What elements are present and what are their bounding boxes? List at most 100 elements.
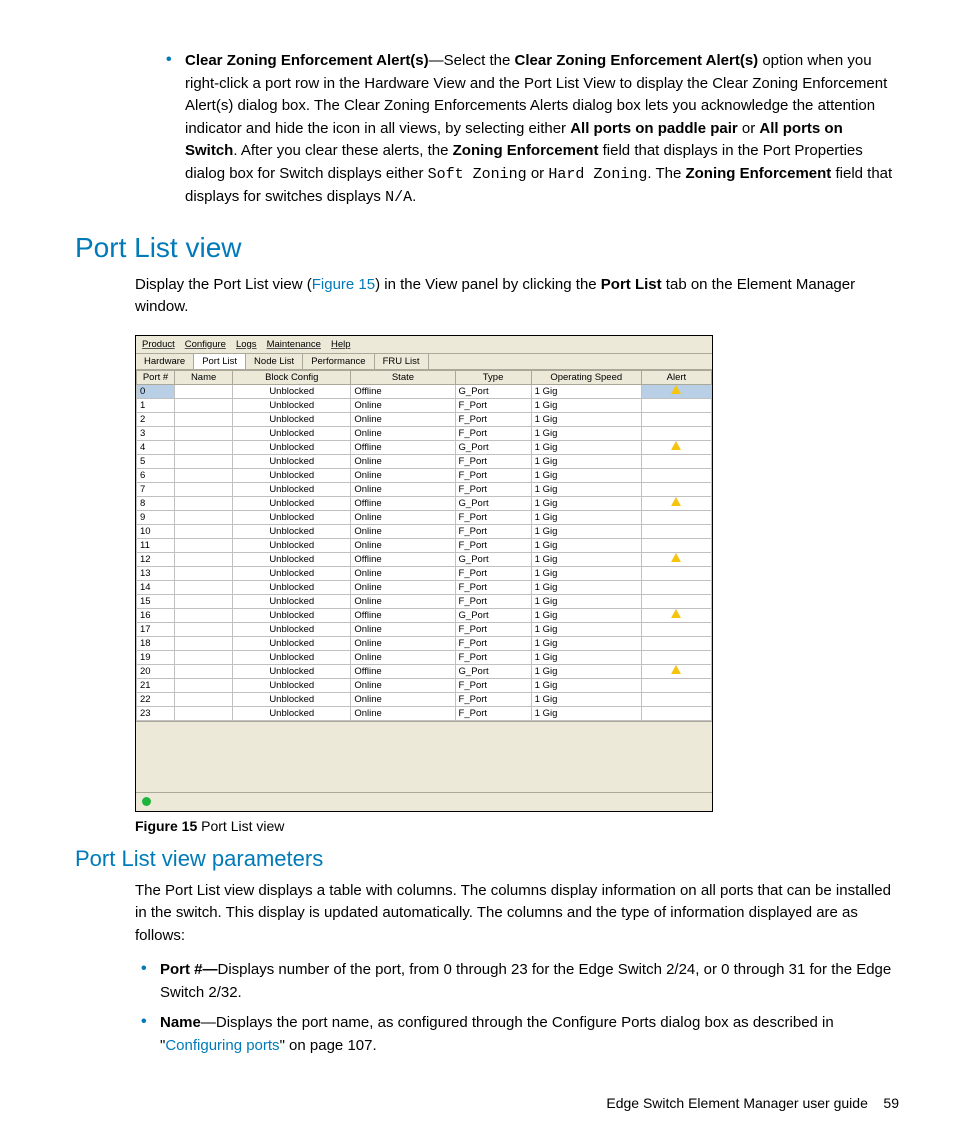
cell-speed[interactable]: 1 Gig <box>531 636 641 650</box>
cell-name[interactable] <box>175 678 233 692</box>
cell-speed[interactable]: 1 Gig <box>531 664 641 678</box>
cell-state[interactable]: Online <box>351 594 455 608</box>
table-row[interactable]: 2UnblockedOnlineF_Port1 Gig <box>137 412 712 426</box>
cell-state[interactable]: Online <box>351 692 455 706</box>
table-row[interactable]: 8UnblockedOfflineG_Port1 Gig <box>137 496 712 510</box>
cell-speed[interactable]: 1 Gig <box>531 412 641 426</box>
table-row[interactable]: 12UnblockedOfflineG_Port1 Gig <box>137 552 712 566</box>
cell-name[interactable] <box>175 608 233 622</box>
cell-type[interactable]: F_Port <box>455 454 531 468</box>
cell-type[interactable]: F_Port <box>455 426 531 440</box>
cell-block[interactable]: Unblocked <box>233 636 351 650</box>
table-row[interactable]: 19UnblockedOnlineF_Port1 Gig <box>137 650 712 664</box>
cell-state[interactable]: Online <box>351 482 455 496</box>
cell-state[interactable]: Offline <box>351 440 455 454</box>
cell-speed[interactable]: 1 Gig <box>531 594 641 608</box>
table-row[interactable]: 0UnblockedOfflineG_Port1 Gig <box>137 384 712 398</box>
cell-type[interactable]: F_Port <box>455 706 531 720</box>
cell-port[interactable]: 14 <box>137 580 175 594</box>
menu-maintenance[interactable]: Maintenance <box>267 339 321 350</box>
menu-configure[interactable]: Configure <box>185 339 226 350</box>
cell-alert[interactable] <box>641 608 711 622</box>
cell-name[interactable] <box>175 692 233 706</box>
cell-state[interactable]: Offline <box>351 384 455 398</box>
cell-state[interactable]: Online <box>351 538 455 552</box>
cell-name[interactable] <box>175 538 233 552</box>
table-row[interactable]: 1UnblockedOnlineF_Port1 Gig <box>137 398 712 412</box>
cell-name[interactable] <box>175 412 233 426</box>
cell-block[interactable]: Unblocked <box>233 692 351 706</box>
cell-port[interactable]: 5 <box>137 454 175 468</box>
cell-name[interactable] <box>175 384 233 398</box>
cell-port[interactable]: 20 <box>137 664 175 678</box>
cell-alert[interactable] <box>641 552 711 566</box>
cell-speed[interactable]: 1 Gig <box>531 440 641 454</box>
cell-speed[interactable]: 1 Gig <box>531 510 641 524</box>
cell-type[interactable]: G_Port <box>455 496 531 510</box>
cell-name[interactable] <box>175 468 233 482</box>
table-row[interactable]: 18UnblockedOnlineF_Port1 Gig <box>137 636 712 650</box>
cell-name[interactable] <box>175 398 233 412</box>
cell-type[interactable]: F_Port <box>455 692 531 706</box>
tab-fru-list[interactable]: FRU List <box>375 354 429 369</box>
cell-speed[interactable]: 1 Gig <box>531 524 641 538</box>
cell-alert[interactable] <box>641 580 711 594</box>
port-grid[interactable]: Port # Name Block Config State Type Oper… <box>136 370 712 721</box>
cell-name[interactable] <box>175 636 233 650</box>
cell-speed[interactable]: 1 Gig <box>531 678 641 692</box>
cell-state[interactable]: Online <box>351 678 455 692</box>
cell-type[interactable]: G_Port <box>455 440 531 454</box>
cell-type[interactable]: F_Port <box>455 678 531 692</box>
cell-name[interactable] <box>175 454 233 468</box>
cell-block[interactable]: Unblocked <box>233 580 351 594</box>
cell-speed[interactable]: 1 Gig <box>531 426 641 440</box>
cell-port[interactable]: 8 <box>137 496 175 510</box>
cell-port[interactable]: 3 <box>137 426 175 440</box>
table-row[interactable]: 3UnblockedOnlineF_Port1 Gig <box>137 426 712 440</box>
cell-type[interactable]: F_Port <box>455 622 531 636</box>
configuring-ports-link[interactable]: Configuring ports <box>165 1037 279 1054</box>
cell-alert[interactable] <box>641 454 711 468</box>
tab-performance[interactable]: Performance <box>303 354 374 369</box>
cell-port[interactable]: 12 <box>137 552 175 566</box>
cell-block[interactable]: Unblocked <box>233 440 351 454</box>
cell-speed[interactable]: 1 Gig <box>531 482 641 496</box>
cell-block[interactable]: Unblocked <box>233 566 351 580</box>
cell-type[interactable]: F_Port <box>455 650 531 664</box>
cell-state[interactable]: Offline <box>351 552 455 566</box>
cell-speed[interactable]: 1 Gig <box>531 622 641 636</box>
cell-port[interactable]: 13 <box>137 566 175 580</box>
cell-alert[interactable] <box>641 622 711 636</box>
cell-alert[interactable] <box>641 650 711 664</box>
table-row[interactable]: 11UnblockedOnlineF_Port1 Gig <box>137 538 712 552</box>
cell-name[interactable] <box>175 580 233 594</box>
cell-name[interactable] <box>175 706 233 720</box>
cell-alert[interactable] <box>641 510 711 524</box>
cell-alert[interactable] <box>641 440 711 454</box>
cell-block[interactable]: Unblocked <box>233 622 351 636</box>
cell-speed[interactable]: 1 Gig <box>531 566 641 580</box>
cell-name[interactable] <box>175 650 233 664</box>
cell-alert[interactable] <box>641 398 711 412</box>
cell-name[interactable] <box>175 510 233 524</box>
cell-state[interactable]: Offline <box>351 608 455 622</box>
cell-type[interactable]: F_Port <box>455 398 531 412</box>
cell-type[interactable]: F_Port <box>455 510 531 524</box>
cell-block[interactable]: Unblocked <box>233 538 351 552</box>
cell-type[interactable]: F_Port <box>455 524 531 538</box>
col-name[interactable]: Name <box>175 370 233 384</box>
cell-type[interactable]: F_Port <box>455 468 531 482</box>
cell-name[interactable] <box>175 552 233 566</box>
cell-block[interactable]: Unblocked <box>233 594 351 608</box>
table-row[interactable]: 20UnblockedOfflineG_Port1 Gig <box>137 664 712 678</box>
cell-type[interactable]: G_Port <box>455 552 531 566</box>
cell-name[interactable] <box>175 482 233 496</box>
cell-type[interactable]: F_Port <box>455 482 531 496</box>
cell-state[interactable]: Online <box>351 524 455 538</box>
cell-state[interactable]: Online <box>351 636 455 650</box>
cell-state[interactable]: Online <box>351 398 455 412</box>
cell-port[interactable]: 22 <box>137 692 175 706</box>
cell-block[interactable]: Unblocked <box>233 468 351 482</box>
cell-block[interactable]: Unblocked <box>233 552 351 566</box>
cell-name[interactable] <box>175 664 233 678</box>
